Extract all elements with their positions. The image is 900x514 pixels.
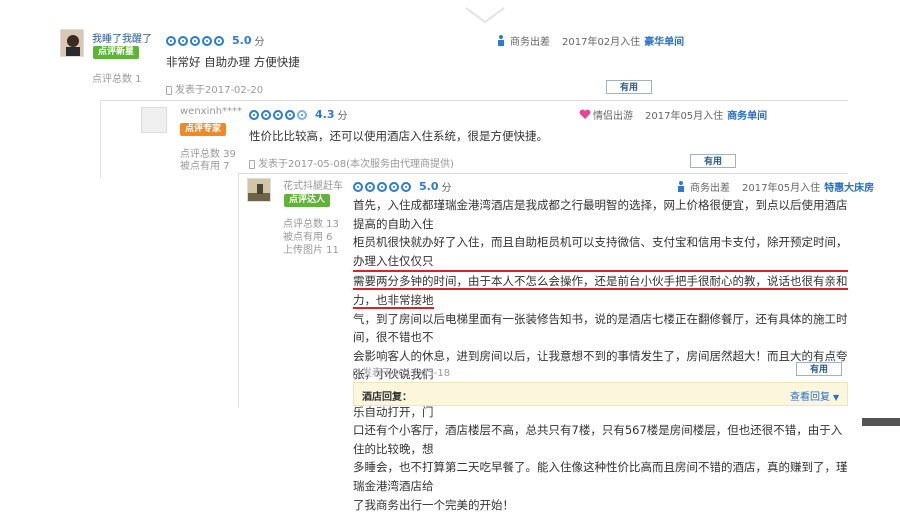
rating-ring-icon — [297, 110, 307, 120]
rating-ring-icon — [261, 110, 271, 120]
rating: 5.0 分 — [166, 33, 265, 48]
rating-ring-icon — [249, 110, 259, 120]
score-value: 4.3 — [315, 108, 335, 121]
rating-ring-icon — [365, 182, 375, 192]
score-value: 5.0 — [419, 180, 439, 193]
useful-button[interactable]: 有用 — [606, 80, 652, 94]
rating-ring-icon — [214, 36, 224, 46]
rating: 4.3 分 — [249, 107, 348, 122]
stay-date: 2017年05月入住 — [645, 107, 723, 122]
rating-ring-icon — [389, 182, 399, 192]
mobile-icon — [249, 160, 255, 169]
username[interactable]: 我睡了我醒了 — [92, 30, 152, 45]
posted-date: 发表于2017-05-18 — [353, 364, 450, 379]
trip-meta: 商务出差 2017年02月入住 豪华单间 — [496, 33, 684, 48]
useful-button[interactable]: 有用 — [796, 362, 842, 376]
review-count: 点评总数 1 — [92, 70, 142, 85]
trip-type: 情侣出游 — [593, 107, 633, 122]
score-unit: 分 — [338, 107, 348, 122]
rating-ring-icon — [401, 182, 411, 192]
review-text-line: 多睡会，也不打算第二天吃早餐了。能入住像这种性价比高而且房间不错的酒店，真的赚到… — [353, 458, 848, 495]
posted-date: 发表于2017-02-20 — [166, 81, 263, 96]
score-unit: 分 — [255, 33, 265, 48]
status-badge: 点评新星 — [93, 46, 139, 59]
thread-line — [100, 100, 101, 178]
score-value: 5.0 — [232, 34, 252, 47]
rating-ring-icon — [202, 36, 212, 46]
trip-type: 商务出差 — [510, 33, 550, 48]
mobile-icon — [353, 369, 359, 378]
review-text: 首先，入住成都瑾瑞金港湾酒店是我成都之行最明智的选择，网上价格很便宜，到点以后使… — [353, 196, 848, 514]
status-badge: 点评达人 — [284, 194, 330, 207]
rating-ring-icon — [353, 182, 363, 192]
separator-chevron-icon — [462, 4, 508, 29]
rating-ring-icon — [285, 110, 295, 120]
view-reply-link[interactable]: 查看回复▼ — [790, 388, 839, 403]
business-trip-icon — [496, 35, 506, 46]
scroll-tab[interactable] — [862, 418, 900, 426]
posted-date: 发表于2017-05-08(本次服务由代理商提供) — [249, 155, 454, 170]
room-type[interactable]: 商务单间 — [727, 107, 767, 122]
status-badge: 点评专家 — [180, 123, 226, 136]
username[interactable]: wenxinh**** — [180, 106, 242, 117]
score-unit: 分 — [442, 179, 452, 194]
review-text-line: 口还有个小客厅，酒店楼层不高，总共只有7楼，只有567楼是房间楼层，但也还很不错… — [353, 421, 848, 458]
rating-ring-icon — [178, 36, 188, 46]
divider — [100, 100, 848, 101]
stay-date: 2017年05月入住 — [742, 179, 820, 194]
useful-count: 被点有用 7 — [180, 157, 230, 172]
thread-line — [238, 173, 239, 408]
room-type[interactable]: 特惠大床房 — [824, 179, 874, 194]
mobile-icon — [166, 86, 172, 95]
business-trip-icon — [676, 181, 686, 192]
rating-ring-icon — [273, 110, 283, 120]
rating-ring-icon — [377, 182, 387, 192]
avatar[interactable] — [60, 29, 84, 57]
hotel-reply-label: 酒店回复： — [362, 388, 412, 403]
couple-trip-icon — [579, 109, 589, 120]
room-type[interactable]: 豪华单间 — [644, 33, 684, 48]
review-text-line: 首先，入住成都瑾瑞金港湾酒店是我成都之行最明智的选择，网上价格很便宜，到点以后使… — [353, 196, 848, 233]
stay-date: 2017年02月入住 — [562, 33, 640, 48]
trip-type: 商务出差 — [690, 179, 730, 194]
divider — [238, 173, 848, 174]
username[interactable]: 花式抖腿赶车 — [283, 177, 343, 192]
review-text-line: 气，到了房间以后电梯里面有一张装修告知书，说的是酒店七楼正在翻修餐厅，还有具体的… — [353, 310, 848, 347]
review-text: 性价比比较高，还可以使用酒店入住系统，很是方便快捷。 — [249, 128, 548, 144]
review-text-line: 柜员机很快就办好了入住，而且自助柜员机可以支持微信、支付宝和信用卡支付，除开预定… — [353, 233, 848, 272]
review-text: 非常好 自助办理 方便快捷 — [166, 54, 300, 70]
rating-ring-icon — [166, 36, 176, 46]
avatar[interactable] — [247, 178, 271, 202]
trip-meta: 情侣出游 2017年05月入住 商务单间 — [579, 107, 767, 122]
trip-meta: 商务出差 2017年05月入住 特惠大床房 — [676, 179, 874, 194]
review-text-line: 了我商务出行一个完美的开始！ — [353, 496, 848, 514]
rating: 5.0 分 — [353, 179, 452, 194]
review-text-line: 需要两分多钟的时间，由于本人不怎么会操作，还是前台小伙手把手很耐心的教，说话也很… — [353, 272, 848, 309]
photo-count: 上传图片 11 — [283, 241, 339, 256]
chevron-down-icon: ▼ — [833, 393, 839, 402]
avatar[interactable] — [141, 107, 167, 133]
rating-ring-icon — [190, 36, 200, 46]
useful-button[interactable]: 有用 — [690, 154, 736, 168]
hotel-reply-bar: 酒店回复： 查看回复▼ — [353, 382, 848, 406]
